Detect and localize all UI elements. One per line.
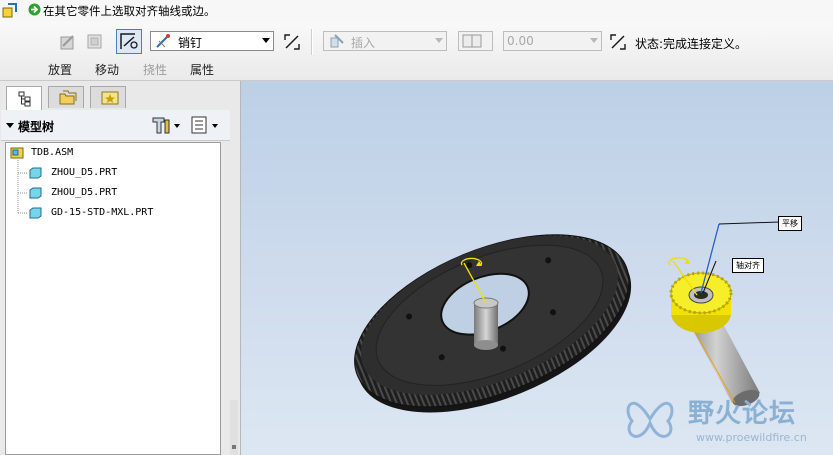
status-label: 状态:: [635, 37, 664, 51]
tree-item-label: ZHOU_D5.PRT: [51, 167, 118, 178]
tree-settings-button[interactable]: [150, 115, 182, 135]
show-list-icon: [191, 116, 218, 134]
collapse-triangle-icon[interactable]: [6, 121, 15, 130]
part-icon: [29, 167, 42, 179]
assembly-icon: [10, 147, 24, 159]
flip-offset-button[interactable]: [607, 31, 629, 53]
slideup-move[interactable]: 移动: [95, 61, 119, 78]
offset-type-icon: [462, 34, 482, 48]
flip-icon: [284, 34, 300, 50]
part-icon: [29, 187, 42, 199]
part-icon: [29, 207, 42, 219]
pinion-gear-part[interactable]: [669, 271, 733, 333]
watermark-logo: 野火论坛 www.proewildfire.cn: [622, 387, 833, 455]
annotation-axis-align[interactable]: 轴对齐: [732, 258, 764, 273]
constraint-auto-button[interactable]: [57, 31, 79, 53]
model-tree-title: 模型树: [18, 120, 55, 134]
offset-value: 0.00: [507, 34, 534, 48]
offset-value-input[interactable]: 0.00: [503, 31, 602, 51]
component-window-button[interactable]: [84, 31, 106, 53]
watermark-text: 野火论坛: [688, 399, 797, 429]
component-window-icon: [87, 34, 102, 49]
prompt-message: 在其它零件上选取对齐轴线或边。: [43, 4, 216, 18]
butterfly-logo-icon: [626, 402, 674, 438]
constraint-type-value: 插入: [351, 36, 376, 50]
constraint-type-select[interactable]: 插入: [323, 31, 447, 51]
user-defined-connection-button[interactable]: [116, 29, 142, 54]
tree-item-label: TDB.ASM: [31, 147, 74, 158]
connection-status: 状态:完成连接定义。: [635, 35, 747, 52]
tab-model-tree[interactable]: [6, 86, 42, 110]
chevron-down-icon: [590, 38, 598, 43]
annotation-translate[interactable]: 平移: [778, 216, 802, 231]
watermark-url: www.proewildfire.cn: [696, 431, 807, 444]
assembly-component-icon: [2, 3, 17, 18]
tools-icon: [152, 117, 180, 134]
insert-constraint-icon: [330, 34, 344, 48]
slideup-flexibility[interactable]: 挠性: [143, 61, 167, 78]
pin-connection-icon: [156, 34, 170, 48]
folder-icon: [59, 90, 77, 105]
shaft-part[interactable]: [473, 297, 499, 350]
constraint-auto-icon: [60, 35, 74, 50]
tab-favorites[interactable]: [90, 86, 126, 108]
graphics-window[interactable]: 平移 轴对齐 野火论坛 www.proewildfire.cn: [241, 81, 833, 455]
tree-item-label: GD-15-STD-MXL.PRT: [51, 207, 154, 218]
favorites-icon: [101, 91, 119, 105]
tree-show-button[interactable]: [190, 115, 222, 135]
connection-type-value: 销钉: [178, 36, 203, 50]
flip-constraint-button[interactable]: [281, 31, 303, 53]
tree-item-label: ZHOU_D5.PRT: [51, 187, 118, 198]
flip-icon: [610, 34, 626, 50]
panel-scrollbar[interactable]: [230, 400, 238, 455]
chevron-down-icon: [262, 38, 270, 43]
prompt-arrow-icon: [28, 3, 41, 16]
connection-icon: [120, 33, 138, 49]
scroll-grip: [232, 445, 236, 449]
slideup-properties[interactable]: 属性: [190, 61, 214, 78]
chevron-down-icon: [435, 38, 443, 43]
status-value: 完成连接定义。: [663, 37, 748, 51]
tab-folder-browser[interactable]: [48, 86, 84, 108]
toolbar-separator: [311, 29, 313, 55]
model-tree-icon: [18, 91, 31, 107]
connection-type-select[interactable]: 销钉: [150, 31, 274, 51]
slideup-placement[interactable]: 放置: [48, 61, 72, 78]
offset-type-select[interactable]: [458, 31, 493, 51]
